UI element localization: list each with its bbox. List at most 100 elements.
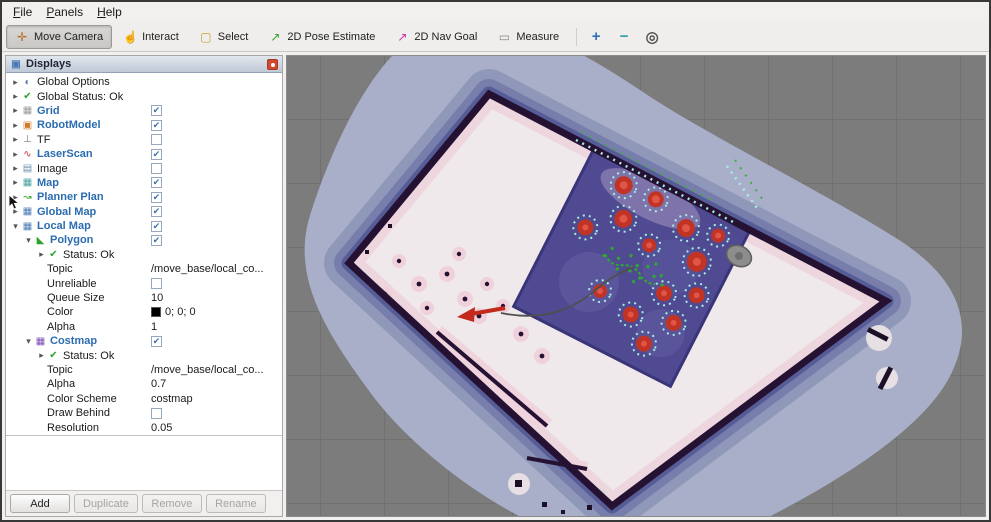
row-label: Costmap <box>50 335 98 348</box>
expander-icon[interactable]: ▾ <box>10 221 21 232</box>
tree-row-planner-plan[interactable]: ▸ ↝ Planner Plan ✔ <box>6 190 282 204</box>
visibility-checkbox[interactable]: ✔ <box>151 335 162 347</box>
grid-icon: ▦ <box>22 105 33 117</box>
expander-icon[interactable]: ▸ <box>10 206 21 217</box>
menu-panels[interactable]: Panels <box>39 3 90 21</box>
remove-tool-button[interactable]: − <box>613 26 635 48</box>
tool-2d-nav-goal[interactable]: ↗ 2D Nav Goal <box>386 25 486 49</box>
expander-icon[interactable]: ▸ <box>10 120 21 131</box>
close-icon[interactable] <box>267 58 278 70</box>
plan-icon: ↝ <box>23 191 32 203</box>
tool-measure[interactable]: ▭ Measure <box>488 25 568 49</box>
property-value[interactable]: 0.7 <box>151 378 166 390</box>
tree-row-polygon[interactable]: ▾ ◣ Polygon ✔ <box>6 233 282 247</box>
tree-row-status-ok[interactable]: ▸ ✔ Status: Ok <box>6 248 282 262</box>
tree-row-global-map[interactable]: ▸ ▦ Global Map ✔ <box>6 205 282 219</box>
tool-label: 2D Pose Estimate <box>287 30 376 43</box>
row-label: Color <box>47 306 74 319</box>
color-swatch[interactable] <box>151 307 161 318</box>
tree-row-draw-behind[interactable]: Draw Behind <box>6 406 282 420</box>
expander-icon[interactable]: ▸ <box>10 91 21 102</box>
property-value[interactable]: /move_base/local_co... <box>151 263 264 275</box>
tree-row-map[interactable]: ▸ ▦ Map ✔ <box>6 176 282 190</box>
property-value[interactable]: /move_base/local_co... <box>151 364 264 376</box>
property-value[interactable]: 0; 0; 0 <box>165 306 196 318</box>
tree-row-alpha[interactable]: Alpha 1 <box>6 320 282 334</box>
visibility-checkbox[interactable] <box>151 407 162 419</box>
tree-row-global-options[interactable]: ▸ ◐ Global Options <box>6 75 282 89</box>
tree-row-alpha[interactable]: Alpha 0.7 <box>6 377 282 391</box>
tool-select[interactable]: ▢ Select <box>190 25 258 49</box>
tool-2d-pose-estimate[interactable]: ↗ 2D Pose Estimate <box>259 25 384 49</box>
expander-icon[interactable]: ▾ <box>23 336 34 347</box>
tree-row-laserscan[interactable]: ▸ ∿ LaserScan ✔ <box>6 147 282 161</box>
tree-row-queue-size[interactable]: Queue Size 10 <box>6 291 282 305</box>
tree-row-unreliable[interactable]: Unreliable <box>6 276 282 290</box>
row-label: Resolution <box>47 421 99 434</box>
expander-icon[interactable]: ▸ <box>36 350 47 361</box>
property-value[interactable]: 0.05 <box>151 422 172 434</box>
add-tool-button[interactable]: + <box>585 26 607 48</box>
menu-help[interactable]: Help <box>90 3 129 21</box>
visibility-checkbox[interactable] <box>151 163 162 175</box>
expander-icon[interactable]: ▸ <box>10 192 21 203</box>
expander-icon[interactable]: ▸ <box>10 105 21 116</box>
displays-panel-header[interactable]: ▣ Displays <box>6 56 282 73</box>
tree-row-tf[interactable]: ▸ ⊥ TF <box>6 133 282 147</box>
focus-camera-button[interactable]: ◎ <box>641 26 663 48</box>
row-label: Polygon <box>50 234 94 247</box>
property-value[interactable]: costmap <box>151 393 193 405</box>
map-icon: ▦ <box>22 177 33 189</box>
visibility-checkbox[interactable]: ✔ <box>151 191 162 203</box>
expander-icon[interactable]: ▸ <box>10 177 21 188</box>
expander-icon[interactable]: ▸ <box>10 134 21 145</box>
ok-icon: ✔ <box>49 350 58 362</box>
tool-move-camera[interactable]: ✛ Move Camera <box>6 24 113 49</box>
expander-icon[interactable]: ▸ <box>36 249 47 260</box>
menu-bar: File Panels Help <box>2 2 989 22</box>
ok-icon: ✔ <box>23 91 32 103</box>
visibility-checkbox[interactable]: ✔ <box>151 119 162 131</box>
rename-button[interactable]: Rename <box>205 494 266 513</box>
menu-file[interactable]: File <box>6 3 39 21</box>
remove-button[interactable]: Remove <box>141 494 202 513</box>
robot-icon: ▣ <box>22 119 33 131</box>
tree-row-topic[interactable]: Topic/move_base/local_co... <box>6 363 282 377</box>
visibility-checkbox[interactable] <box>151 278 162 290</box>
tree-row-color-scheme[interactable]: Color Scheme costmap <box>6 392 282 406</box>
tree-row-grid[interactable]: ▸ ▦ Grid ✔ <box>6 104 282 118</box>
tree-row-image[interactable]: ▸ ▤ Image <box>6 161 282 175</box>
expander-icon[interactable]: ▾ <box>23 235 34 246</box>
row-label: RobotModel <box>37 119 101 132</box>
visibility-checkbox[interactable]: ✔ <box>151 105 162 117</box>
duplicate-button[interactable]: Duplicate <box>74 494 138 513</box>
row-label: Planner Plan <box>37 191 104 204</box>
visibility-checkbox[interactable]: ✔ <box>151 234 162 246</box>
tree-row-costmap[interactable]: ▾ ▦ Costmap ✔ <box>6 334 282 348</box>
tree-row-robotmodel[interactable]: ▸ ▣ RobotModel ✔ <box>6 118 282 132</box>
expander-icon[interactable]: ▸ <box>10 163 21 174</box>
visibility-checkbox[interactable]: ✔ <box>151 148 162 160</box>
tree-row-color[interactable]: Color 0; 0; 0 <box>6 305 282 319</box>
expander-icon[interactable]: ▸ <box>10 77 21 88</box>
row-label: Queue Size <box>47 292 105 305</box>
tree-row-status-ok[interactable]: ▸ ✔ Status: Ok <box>6 348 282 362</box>
visibility-checkbox[interactable]: ✔ <box>151 206 162 218</box>
visibility-checkbox[interactable] <box>151 134 162 146</box>
expander-icon[interactable]: ▸ <box>10 149 21 160</box>
select-icon: ▢ <box>200 29 212 44</box>
property-value[interactable]: 10 <box>151 292 163 304</box>
3d-viewport[interactable] <box>286 55 986 517</box>
add-button[interactable]: Add <box>10 494 70 513</box>
tree-row-global-status-ok[interactable]: ▸ ✔ Global Status: Ok <box>6 89 282 103</box>
visibility-checkbox[interactable]: ✔ <box>151 220 162 232</box>
tree-row-local-map[interactable]: ▾ ▦ Local Map ✔ <box>6 219 282 233</box>
row-label: LaserScan <box>37 148 93 161</box>
tool-interact[interactable]: ☝ Interact <box>114 25 188 49</box>
visibility-checkbox[interactable]: ✔ <box>151 177 162 189</box>
tree-row-resolution[interactable]: Resolution 0.05 <box>6 420 282 434</box>
property-value[interactable]: 1 <box>151 321 157 333</box>
tree-row-topic[interactable]: Topic/move_base/local_co... <box>6 262 282 276</box>
row-label: Draw Behind <box>47 407 110 420</box>
row-label: Alpha <box>47 378 76 391</box>
